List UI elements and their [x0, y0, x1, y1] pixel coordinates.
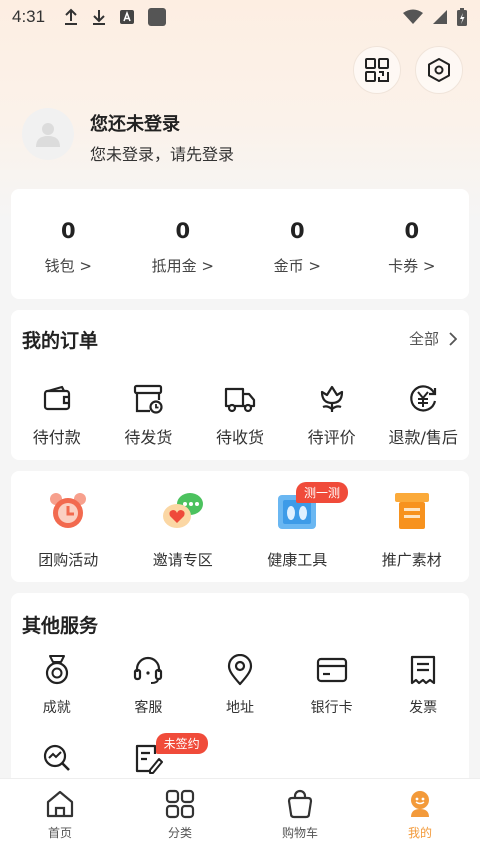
order-pending-ship[interactable]: 待发货: [103, 382, 195, 448]
promo-invite[interactable]: 邀请专区: [126, 471, 241, 582]
flower-icon: [320, 385, 343, 412]
bottom-tab-bar: 首页 分类 购物车 我的: [0, 778, 480, 854]
orders-all-label: 全部: [408, 330, 439, 348]
contract-badge: 未签约: [155, 733, 208, 754]
stat-label: 金币 >: [273, 257, 321, 275]
stat-label: 卡券 >: [388, 257, 436, 275]
tab-label: 购物车: [281, 826, 318, 840]
stat-wallet[interactable]: 0 钱包 >: [11, 189, 126, 299]
me-icon: [411, 791, 429, 817]
headset-icon: [134, 656, 163, 684]
promo-box-icon: [394, 493, 429, 529]
order-pending-review[interactable]: 待评价: [286, 382, 378, 448]
my-orders-card: 我的订单 全部 待付款 待发货 待收货 待评价 退款/售后: [11, 310, 469, 460]
promo-label: 健康工具: [267, 551, 328, 569]
signal-icon: [433, 10, 447, 24]
service-address[interactable]: 地址: [194, 653, 286, 717]
home-icon: [46, 790, 74, 818]
qr-code-icon: [365, 58, 389, 82]
login-subtitle[interactable]: 您未登录，请先登录: [90, 141, 234, 165]
order-label: 待收货: [215, 428, 264, 447]
stat-value: 0: [60, 219, 76, 243]
tab-me[interactable]: 我的: [360, 779, 480, 854]
settings-hexagon-icon: [428, 58, 450, 82]
truck-icon: [224, 387, 256, 413]
promo-label: 邀请专区: [152, 551, 213, 569]
tab-label: 首页: [47, 826, 72, 840]
status-time: 4:31: [12, 7, 46, 26]
service-achievements[interactable]: 成就: [11, 653, 103, 717]
status-bar: 4:31: [0, 0, 480, 34]
order-label: 待发货: [124, 428, 173, 447]
service-contract[interactable]: 未签约: [103, 733, 208, 775]
ship-box-icon: [134, 384, 163, 414]
stat-coupons[interactable]: 0 卡券 >: [355, 189, 470, 299]
health-badge: 测一测: [296, 482, 349, 503]
stat-label: 抵用金 >: [151, 257, 214, 275]
promo-label: 团购活动: [38, 551, 99, 569]
stat-label: 钱包 >: [44, 257, 92, 275]
service-label: 客服: [134, 700, 163, 716]
order-label: 待评价: [307, 428, 356, 447]
upload-icon: [65, 8, 78, 25]
refund-icon: [410, 385, 437, 412]
avatar[interactable]: [22, 108, 74, 160]
promo-group-buy[interactable]: 团购活动: [11, 471, 126, 582]
location-pin-icon: [227, 654, 253, 686]
promo-health-tools[interactable]: 健康工具 测一测: [240, 471, 355, 582]
download-icon: [93, 10, 106, 25]
service-bank-card[interactable]: 银行卡: [286, 653, 378, 717]
tab-cart[interactable]: 购物车: [240, 779, 360, 854]
stat-value: 0: [289, 219, 305, 243]
chat-heart-icon: [162, 493, 203, 528]
order-pending-receive[interactable]: 待收货: [194, 382, 286, 448]
wallet-icon: [43, 385, 70, 411]
stat-value: 0: [175, 219, 191, 243]
orders-all-link[interactable]: 全部: [409, 328, 457, 349]
app-square-icon: [148, 8, 167, 26]
order-pending-payment[interactable]: 待付款: [11, 382, 103, 448]
promo-card: 团购活动 邀请专区 健康工具 测一测 推广素材: [11, 471, 469, 582]
stat-voucher[interactable]: 0 抵用金 >: [126, 189, 241, 299]
chevron-right-icon: [449, 331, 457, 346]
settings-button[interactable]: [415, 46, 463, 94]
alarm-clock-icon: [50, 493, 87, 528]
tab-home[interactable]: 首页: [0, 779, 120, 854]
user-placeholder-icon: [36, 123, 60, 147]
category-icon: [165, 789, 195, 819]
stat-coins[interactable]: 0 金币 >: [240, 189, 355, 299]
wifi-icon: [403, 9, 423, 24]
cart-bag-icon: [287, 789, 313, 819]
bank-card-icon: [316, 657, 347, 683]
search-chart-icon: [43, 744, 70, 771]
order-refund[interactable]: 退款/售后: [377, 382, 469, 448]
promo-label: 推广素材: [381, 551, 442, 569]
tab-label: 分类: [167, 826, 192, 840]
font-icon: [120, 10, 135, 24]
service-label: 地址: [225, 700, 254, 716]
service-analytics[interactable]: [11, 741, 103, 775]
service-label: 发票: [409, 700, 438, 716]
account-stats-card: 0 钱包 > 0 抵用金 > 0 金币 > 0 卡券 >: [11, 189, 469, 299]
service-label: 银行卡: [310, 700, 353, 716]
login-title[interactable]: 您还未登录: [90, 110, 180, 136]
service-invoice[interactable]: 发票: [377, 653, 469, 717]
medal-icon: [45, 655, 68, 685]
services-title: 其他服务: [22, 615, 99, 637]
orders-title: 我的订单: [22, 330, 99, 352]
service-customer-service[interactable]: 客服: [103, 653, 195, 717]
qr-code-button[interactable]: [353, 46, 401, 94]
order-label: 待付款: [32, 428, 81, 447]
stat-value: 0: [404, 219, 420, 243]
tab-category[interactable]: 分类: [120, 779, 240, 854]
service-label: 成就: [42, 700, 71, 716]
invoice-icon: [411, 655, 436, 685]
battery-icon: [457, 8, 467, 26]
order-label: 退款/售后: [388, 428, 458, 447]
promo-materials[interactable]: 推广素材: [355, 471, 470, 582]
tab-label: 我的: [407, 826, 432, 840]
